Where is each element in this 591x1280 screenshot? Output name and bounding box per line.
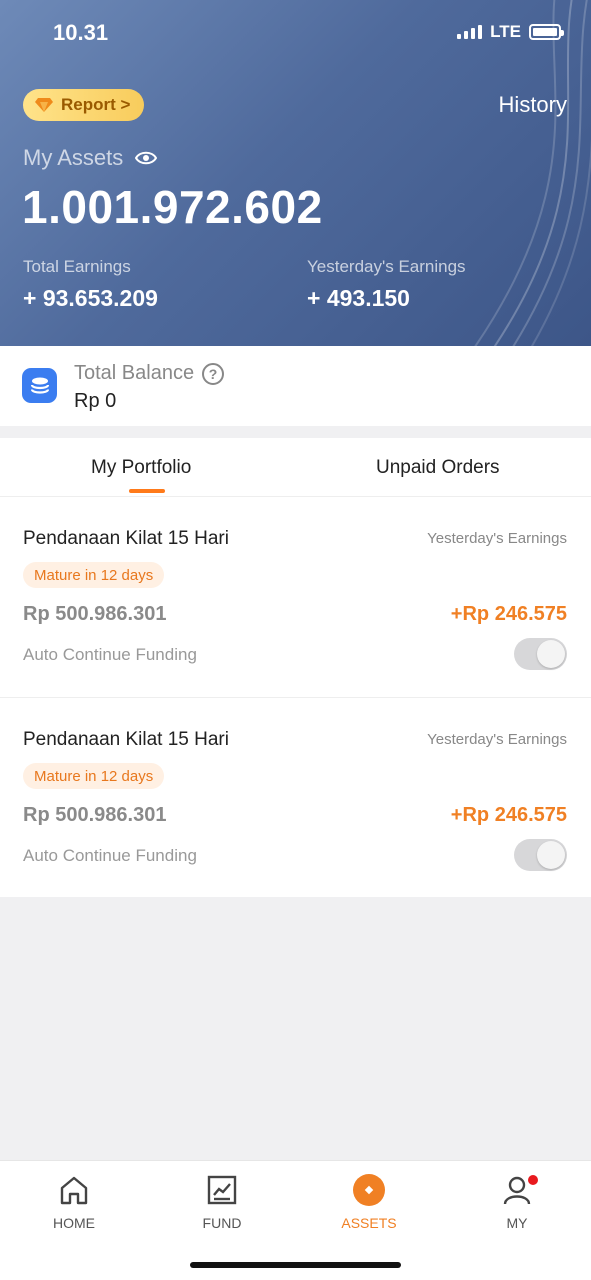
- portfolio-item[interactable]: Pendanaan Kilat 15 Hari Yesterday's Earn…: [0, 497, 591, 697]
- signal-icon: [457, 25, 483, 39]
- item-yesterday-label: Yesterday's Earnings: [427, 530, 567, 547]
- nav-assets[interactable]: ASSETS: [295, 1161, 443, 1241]
- item-earnings: +Rp 246.575: [450, 603, 567, 625]
- history-link[interactable]: History: [499, 92, 567, 118]
- report-button[interactable]: Report >: [23, 89, 145, 121]
- my-assets-label: My Assets: [23, 145, 158, 171]
- nav-my[interactable]: MY: [443, 1161, 591, 1241]
- nav-fund[interactable]: FUND: [148, 1161, 296, 1241]
- chart-icon: [205, 1173, 239, 1207]
- eye-icon[interactable]: [135, 151, 158, 165]
- notification-dot: [528, 1175, 538, 1185]
- my-assets-text: My Assets: [23, 145, 124, 170]
- total-balance-label: Total Balance ?: [74, 362, 225, 385]
- assets-icon: [352, 1173, 386, 1207]
- assets-header: 10.31 LTE Report > History My Assets 1.0…: [0, 0, 591, 346]
- total-balance-card[interactable]: Total Balance ? Rp 0: [0, 346, 591, 426]
- yesterday-earnings-label: Yesterday's Earnings: [307, 257, 466, 276]
- total-earnings-label: Total Earnings: [23, 257, 131, 276]
- auto-continue-toggle[interactable]: [514, 839, 567, 871]
- diamond-icon: [35, 98, 53, 112]
- assets-value: 1.001.972.602: [22, 181, 323, 233]
- portfolio-item[interactable]: Pendanaan Kilat 15 Hari Yesterday's Earn…: [0, 697, 591, 897]
- home-icon: [57, 1173, 91, 1207]
- user-icon: [500, 1173, 538, 1207]
- auto-continue-label: Auto Continue Funding: [23, 846, 197, 865]
- total-balance-value: Rp 0: [74, 390, 117, 412]
- tab-my-portfolio[interactable]: My Portfolio: [91, 457, 191, 479]
- report-label: Report >: [61, 95, 131, 114]
- nav-my-label: MY: [506, 1215, 528, 1231]
- status-indicators: LTE: [457, 22, 564, 42]
- nav-assets-label: ASSETS: [341, 1215, 397, 1231]
- yesterday-earnings-value: + 493.150: [307, 285, 410, 311]
- battery-icon: [529, 24, 564, 40]
- nav-home-label: HOME: [53, 1215, 95, 1231]
- total-balance-text: Total Balance: [74, 362, 195, 384]
- tab-unpaid-orders[interactable]: Unpaid Orders: [376, 457, 500, 479]
- item-amount: Rp 500.986.301: [23, 603, 167, 625]
- item-earnings: +Rp 246.575: [450, 804, 567, 826]
- maturity-badge: Mature in 12 days: [23, 763, 165, 789]
- network-label: LTE: [490, 22, 521, 41]
- portfolio-tabs: My Portfolio Unpaid Orders: [0, 438, 591, 497]
- item-yesterday-label: Yesterday's Earnings: [427, 731, 567, 748]
- home-indicator: [190, 1262, 401, 1268]
- coins-icon: [22, 368, 57, 403]
- total-earnings-value: + 93.653.209: [23, 285, 158, 311]
- portfolio-list: Pendanaan Kilat 15 Hari Yesterday's Earn…: [0, 497, 591, 897]
- active-tab-indicator: [129, 489, 165, 493]
- item-amount: Rp 500.986.301: [23, 804, 167, 826]
- item-title: Pendanaan Kilat 15 Hari: [23, 528, 229, 549]
- help-icon[interactable]: ?: [202, 362, 225, 385]
- status-time: 10.31: [53, 20, 109, 45]
- maturity-badge: Mature in 12 days: [23, 562, 165, 588]
- nav-fund-label: FUND: [202, 1215, 242, 1231]
- status-bar: 10.31 LTE: [0, 0, 591, 66]
- auto-continue-toggle[interactable]: [514, 638, 567, 670]
- auto-continue-label: Auto Continue Funding: [23, 645, 197, 664]
- nav-home[interactable]: HOME: [0, 1161, 148, 1241]
- item-title: Pendanaan Kilat 15 Hari: [23, 729, 229, 750]
